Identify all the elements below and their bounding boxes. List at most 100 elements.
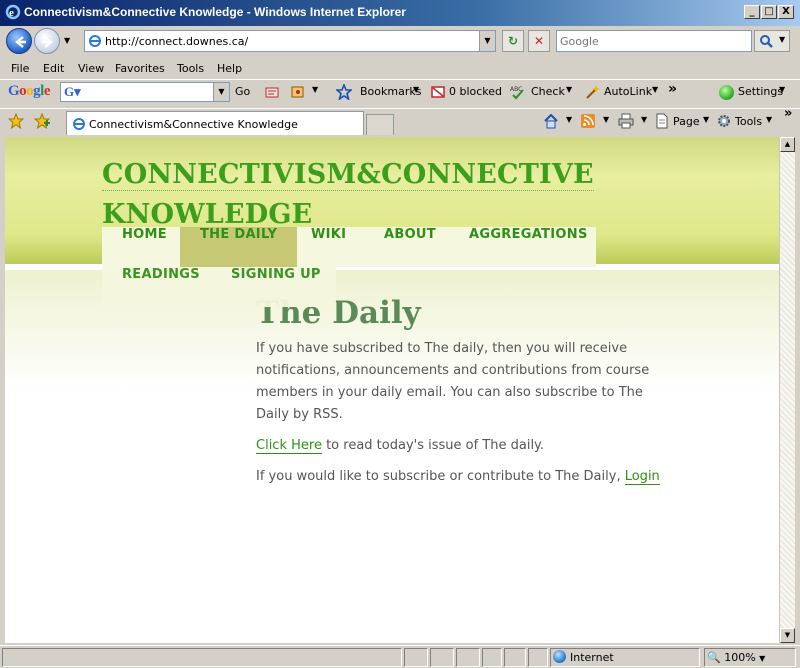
google-search-dropdown-icon[interactable]: ▼ — [213, 83, 229, 101]
new-tab-button[interactable] — [366, 114, 394, 135]
nav-the-daily[interactable]: THE DAILY — [180, 227, 298, 267]
favorites-star-icon[interactable] — [8, 113, 24, 129]
menu-view[interactable]: View — [78, 62, 104, 75]
settings-dropdown-icon[interactable]: ▼ — [779, 85, 785, 94]
scroll-up-arrow-icon[interactable]: ▲ — [780, 137, 795, 152]
address-toolbar: ▼ ▼ ↻ ✕ ▼ — [0, 26, 800, 56]
search-options-dropdown-icon[interactable]: ▼ — [779, 35, 785, 44]
menu-tools[interactable]: Tools — [177, 62, 204, 75]
status-message — [2, 648, 402, 667]
refresh-button[interactable]: ↻ — [502, 30, 524, 52]
forward-button[interactable] — [34, 28, 60, 54]
menu-bar: File Edit View Favorites Tools Help — [0, 59, 800, 79]
popup-blocker-icon[interactable] — [290, 84, 306, 100]
magnifier-icon — [760, 35, 773, 48]
close-button[interactable]: X — [778, 5, 794, 19]
google-search-box[interactable]: G▾ ▼ — [60, 82, 230, 102]
home-dropdown-icon[interactable]: ▼ — [566, 115, 572, 124]
tools-menu[interactable]: Tools — [735, 115, 762, 128]
site-title-line1[interactable]: CONNECTIVISM&CONNECTIVE — [102, 159, 594, 191]
zoom-icon: 🔍 — [707, 651, 721, 664]
back-button[interactable] — [6, 28, 32, 54]
status-panel-2 — [430, 648, 454, 667]
home-icon[interactable] — [543, 113, 559, 129]
menu-favorites[interactable]: Favorites — [115, 62, 165, 75]
search-input[interactable] — [560, 32, 750, 50]
nav-readings[interactable]: READINGS — [102, 267, 220, 307]
autolink-dropdown-icon[interactable]: ▼ — [652, 85, 658, 94]
svg-text:e: e — [9, 7, 14, 19]
window-title-bar[interactable]: e Connectivism&Connective Knowledge - Wi… — [0, 0, 800, 26]
commands-more-icon[interactable]: » — [784, 106, 792, 121]
tab-bar: Connectivism&Connective Knowledge ▼ ▼ ▼ … — [0, 106, 800, 136]
minimize-button[interactable]: _ — [744, 5, 760, 19]
check-dropdown-icon[interactable]: ▼ — [566, 85, 572, 94]
click-here-link[interactable]: Click Here — [256, 438, 322, 454]
forward-arrow-icon — [42, 36, 53, 48]
nav-home[interactable]: HOME — [102, 227, 187, 267]
site-title-line2[interactable]: KNOWLEDGE — [102, 199, 312, 230]
nav-signing-up[interactable]: SIGNING UP — [211, 267, 341, 307]
google-toolbar: Google G▾ ▼ Go ▼ Bookmarks ▼ 0 blocked A… — [0, 79, 800, 105]
settings-icon — [719, 85, 734, 100]
nav-wiki[interactable]: WIKI — [291, 227, 366, 267]
security-zone[interactable]: Internet — [550, 648, 700, 667]
more-chevron-icon[interactable]: » — [668, 81, 677, 97]
autolink-button[interactable]: AutoLink — [604, 85, 652, 98]
check-button[interactable]: Check — [531, 85, 565, 98]
google-go-button[interactable]: Go — [235, 85, 250, 98]
print-icon[interactable] — [618, 113, 634, 129]
status-panel-1 — [404, 648, 428, 667]
nav-row-2: READINGS SIGNING UP — [102, 267, 336, 307]
scroll-down-arrow-icon[interactable]: ▼ — [780, 628, 795, 643]
page-viewport[interactable]: CONNECTIVISM&CONNECTIVE KNOWLEDGE The Da… — [5, 137, 779, 643]
add-favorite-icon[interactable] — [34, 113, 50, 129]
main-content: The Daily If you have subscribed to The … — [256, 292, 676, 497]
print-dropdown-icon[interactable]: ▼ — [641, 115, 647, 124]
status-bar: Internet 🔍 100% ▼ — [0, 645, 800, 668]
search-box[interactable] — [556, 30, 752, 52]
intro-paragraph: If you have subscribed to The daily, the… — [256, 341, 650, 422]
menu-edit[interactable]: Edit — [43, 62, 64, 75]
subscribe-text: If you would like to subscribe or contri… — [256, 469, 625, 484]
menu-help[interactable]: Help — [217, 62, 242, 75]
blocked-count[interactable]: 0 blocked — [449, 85, 502, 98]
back-arrow-icon — [15, 36, 26, 48]
site-title[interactable]: CONNECTIVISM&CONNECTIVE KNOWLEDGE — [102, 155, 594, 235]
globe-icon — [553, 650, 566, 663]
page-dropdown-icon[interactable]: ▼ — [703, 115, 709, 124]
star-icon — [336, 84, 352, 100]
nav-row-1: HOME THE DAILY WIKI ABOUT AGGREGATIONS — [102, 227, 596, 267]
search-go-button[interactable]: ▼ — [754, 30, 790, 52]
stop-button[interactable]: ✕ — [528, 30, 550, 52]
spellcheck-icon: ABC — [510, 86, 524, 100]
zoom-control[interactable]: 🔍 100% ▼ — [704, 648, 796, 667]
status-panel-4 — [482, 648, 502, 667]
nav-aggregations[interactable]: AGGREGATIONS — [449, 227, 608, 267]
pagerank-icon[interactable] — [264, 84, 280, 100]
recent-pages-dropdown-icon[interactable]: ▼ — [64, 36, 70, 45]
nav-about[interactable]: ABOUT — [364, 227, 456, 267]
status-panel-5 — [504, 648, 526, 667]
zoom-dropdown-icon[interactable]: ▼ — [759, 654, 765, 663]
tab-connectivism[interactable]: Connectivism&Connective Knowledge — [66, 111, 364, 135]
page-menu[interactable]: Page — [673, 115, 700, 128]
address-dropdown-icon[interactable]: ▼ — [479, 31, 495, 51]
rss-feed-icon[interactable] — [580, 113, 596, 129]
status-panel-3 — [456, 648, 480, 667]
vertical-scrollbar[interactable]: ▲ ▼ — [779, 137, 795, 643]
settings-button[interactable]: Settings — [738, 85, 783, 98]
address-input[interactable] — [105, 33, 475, 49]
tools-dropdown-icon[interactable]: ▼ — [312, 85, 318, 94]
tools-menu-dropdown-icon[interactable]: ▼ — [766, 115, 772, 124]
login-link[interactable]: Login — [624, 469, 660, 485]
blocked-popups-icon — [431, 86, 445, 98]
maximize-button[interactable]: □ — [761, 5, 777, 19]
feeds-dropdown-icon[interactable]: ▼ — [603, 115, 609, 124]
google-logo: Google — [8, 83, 51, 99]
page-icon — [89, 35, 101, 47]
security-zone-label: Internet — [570, 651, 614, 664]
bookmarks-dropdown-icon[interactable]: ▼ — [413, 85, 419, 94]
menu-file[interactable]: File — [11, 62, 29, 75]
address-bar[interactable]: ▼ — [84, 30, 496, 52]
